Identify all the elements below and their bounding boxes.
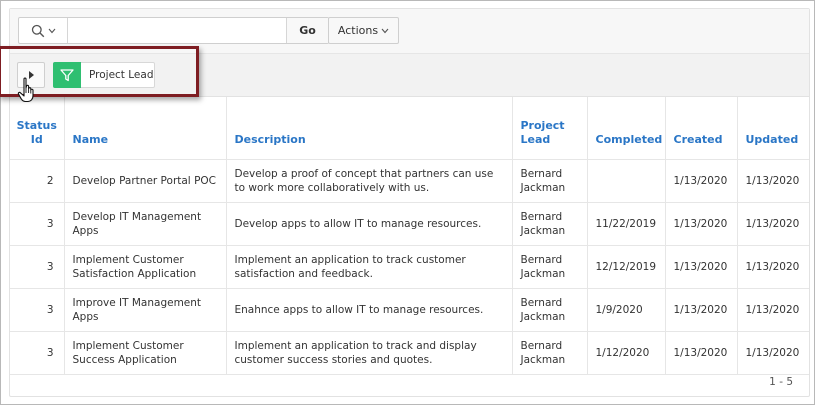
- cell-status-id: 3: [10, 288, 65, 332]
- cell-completed: 12/12/2019: [587, 245, 666, 289]
- search-column-selector[interactable]: [19, 18, 68, 43]
- table-row: 3 Improve IT Management Apps Enahnce app…: [10, 288, 809, 332]
- cell-name: Implement Customer Satisfaction Applicat…: [64, 245, 227, 289]
- cell-updated: 1/13/2020: [737, 331, 809, 375]
- filter-chip-project-lead[interactable]: Project Lead: [53, 61, 155, 88]
- triangle-right-icon: [28, 71, 34, 79]
- cell-completed: [587, 159, 666, 203]
- column-header-description[interactable]: Description: [226, 97, 513, 160]
- pagination-label: 1 - 5: [769, 376, 793, 388]
- column-header-updated[interactable]: Updated: [737, 97, 809, 160]
- cell-name: Develop IT Management Apps: [64, 202, 227, 246]
- search-input[interactable]: [68, 18, 287, 43]
- cell-description: Develop a proof of concept that partners…: [226, 159, 513, 203]
- filter-indicator: [53, 61, 81, 88]
- filter-bar: Project Lead: [10, 54, 809, 97]
- chevron-down-icon: [381, 28, 389, 33]
- cell-name: Develop Partner Portal POC: [64, 159, 227, 203]
- search-bar: Go: [18, 17, 329, 44]
- cell-description: Develop apps to allow IT to manage resou…: [226, 202, 513, 246]
- go-button[interactable]: Go: [286, 18, 328, 43]
- cell-completed: 1/9/2020: [587, 288, 666, 332]
- cell-created: 1/13/2020: [665, 159, 738, 203]
- cell-created: 1/13/2020: [665, 331, 738, 375]
- table-row: 3 Implement Customer Success Application…: [10, 331, 809, 375]
- cell-name: Improve IT Management Apps: [64, 288, 227, 332]
- cell-name: Implement Customer Success Application: [64, 331, 227, 375]
- cell-status-id: 3: [10, 202, 65, 246]
- table-row: 2 Develop Partner Portal POC Develop a p…: [10, 159, 809, 203]
- cell-updated: 1/13/2020: [737, 288, 809, 332]
- filter-label: Project Lead: [89, 69, 154, 81]
- column-header-project-lead[interactable]: Project Lead: [512, 97, 588, 160]
- filter-expand-toggle[interactable]: [17, 62, 45, 88]
- cell-status-id: 3: [10, 245, 65, 289]
- cell-project-lead: Bernard Jackman: [512, 202, 588, 246]
- report-toolbar: Go Actions: [10, 9, 809, 54]
- actions-menu-button[interactable]: Actions: [328, 17, 399, 44]
- cell-description: Enahnce apps to allow IT to manage resou…: [226, 288, 513, 332]
- table-row: 3 Develop IT Management Apps Develop app…: [10, 202, 809, 246]
- cell-created: 1/13/2020: [665, 288, 738, 332]
- interactive-report-region: Go Actions Project Lead Status Id Name D…: [9, 8, 810, 397]
- column-header-created[interactable]: Created: [665, 97, 738, 160]
- cell-created: 1/13/2020: [665, 202, 738, 246]
- funnel-icon: [60, 68, 74, 81]
- cell-updated: 1/13/2020: [737, 245, 809, 289]
- cell-project-lead: Bernard Jackman: [512, 159, 588, 203]
- table-header-row: Status Id Name Description Project Lead …: [10, 97, 809, 160]
- column-header-name[interactable]: Name: [64, 97, 227, 160]
- cell-project-lead: Bernard Jackman: [512, 288, 588, 332]
- column-header-status-id[interactable]: Status Id: [10, 97, 65, 160]
- search-icon: [31, 24, 44, 37]
- cell-description: Implement an application to track custom…: [226, 245, 513, 289]
- cell-updated: 1/13/2020: [737, 202, 809, 246]
- column-header-completed[interactable]: Completed: [587, 97, 666, 160]
- cell-updated: 1/13/2020: [737, 159, 809, 203]
- cell-project-lead: Bernard Jackman: [512, 245, 588, 289]
- chevron-down-icon: [48, 28, 55, 33]
- cell-status-id: 2: [10, 159, 65, 203]
- cell-description: Implement an application to track and di…: [226, 331, 513, 375]
- table-row: 3 Implement Customer Satisfaction Applic…: [10, 245, 809, 289]
- cell-completed: 1/12/2020: [587, 331, 666, 375]
- cell-completed: 11/22/2019: [587, 202, 666, 246]
- actions-label: Actions: [337, 24, 379, 37]
- report-table: Status Id Name Description Project Lead …: [10, 97, 809, 375]
- window-frame: Go Actions Project Lead Status Id Name D…: [0, 0, 815, 405]
- cell-status-id: 3: [10, 331, 65, 375]
- cell-project-lead: Bernard Jackman: [512, 331, 588, 375]
- cell-created: 1/13/2020: [665, 245, 738, 289]
